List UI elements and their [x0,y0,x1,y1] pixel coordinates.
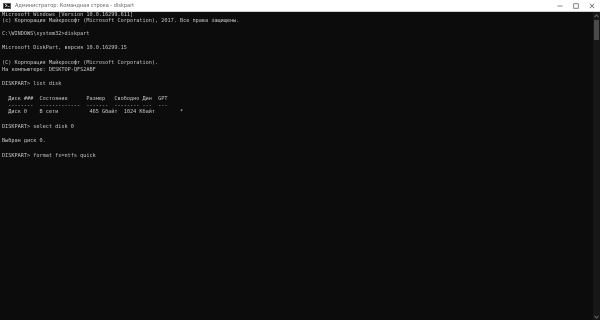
console-line: На компьютере: DESKTOP-QFS2ABF [2,67,96,73]
console-line: (c) Корпорация Майкрософт (Microsoft Cor… [2,18,240,24]
console-line: Диск 0 В сети 465 Gбайт 1024 Kбайт * [2,109,184,115]
console-line: Выбран диск 0. [2,138,46,144]
minimize-icon[interactable] [552,0,568,11]
console-line: DISKPART> select disk 0 [2,124,74,130]
scrollbar-thumb[interactable] [594,20,599,40]
scroll-up-icon[interactable] [593,12,600,19]
title-bar[interactable]: Администратор: Командная строка - diskpa… [0,0,600,12]
console-line: DISKPART> format fs=ntfs quick [2,153,96,159]
close-icon[interactable] [584,0,600,11]
window-title: Администратор: Командная строка - diskpa… [15,2,135,9]
window-controls [552,0,600,11]
console-output[interactable]: Microsoft Windows [Version 10.0.16299.61… [0,12,593,320]
scroll-down-icon[interactable] [593,313,600,320]
console-line: Диск ### Состояние Размер Свободно Дин G… [2,96,168,102]
console-line: C:\WINDOWS\system32>diskpart [2,31,90,37]
console-line: (C) Корпорация Майкрософт (Microsoft Cor… [2,60,159,66]
command-prompt-window: Администратор: Командная строка - diskpa… [0,0,600,320]
console-icon [3,2,11,9]
maximize-icon[interactable] [568,0,584,11]
console-line: Microsoft DiskPart, версия 10.0.16299.15 [2,45,127,51]
vertical-scrollbar[interactable] [593,12,600,320]
console-line: DISKPART> list disk [2,81,62,87]
